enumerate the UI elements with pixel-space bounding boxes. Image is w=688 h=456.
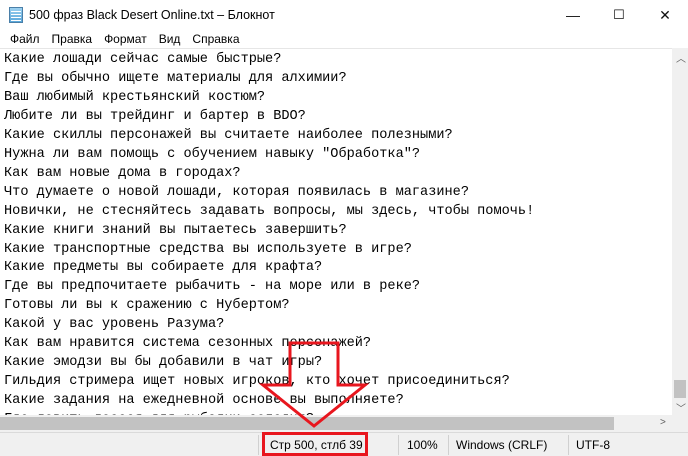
annotation-arrow [258,341,370,428]
arrow-shape [258,341,370,428]
